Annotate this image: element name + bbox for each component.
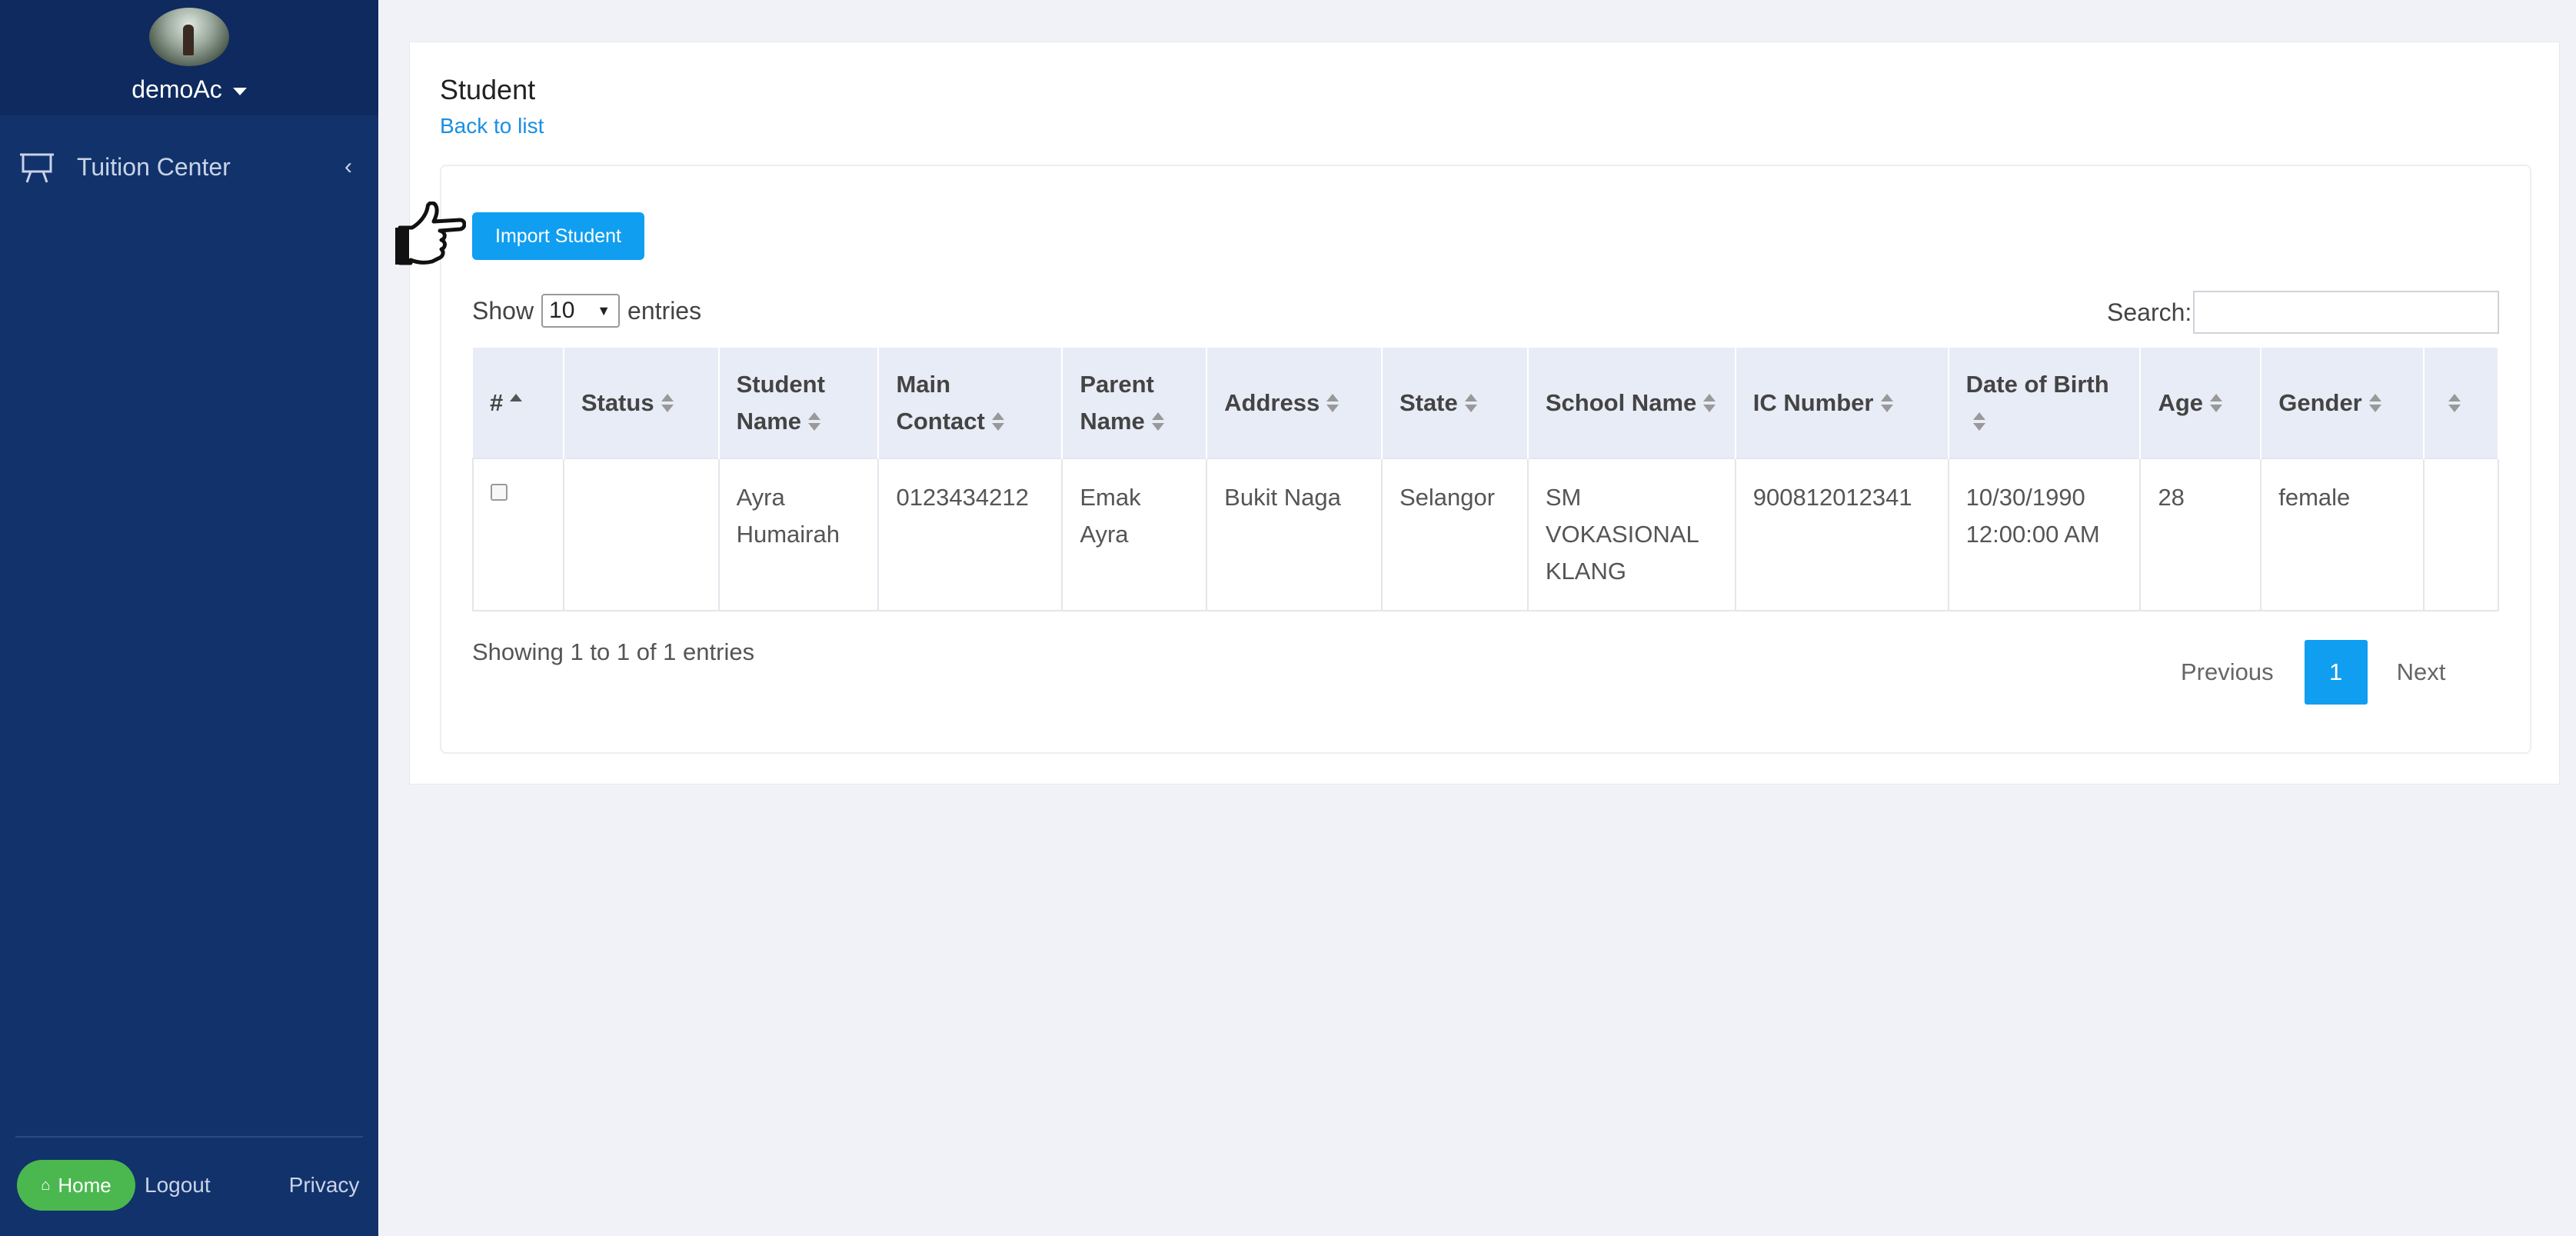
presentation-board-icon xyxy=(20,153,54,183)
caret-down-icon xyxy=(232,87,247,95)
page-size-select[interactable]: 10 ▼ xyxy=(541,294,621,328)
sidebar-item-label: Tuition Center xyxy=(77,152,231,181)
sort-icon xyxy=(1326,392,1340,415)
show-entries: Show 10 ▼ entries xyxy=(472,294,701,328)
sidebar-footer: ⌂ Home Logout Privacy xyxy=(17,1160,359,1211)
profile-section: demoAc xyxy=(0,0,378,115)
cell-student-name: Ayra Humairah xyxy=(717,458,880,611)
column-header-address[interactable]: Address xyxy=(1206,348,1383,458)
table-info: Showing 1 to 1 of 1 entries xyxy=(472,638,755,665)
avatar[interactable] xyxy=(149,8,229,66)
import-student-button[interactable]: Import Student xyxy=(472,212,644,260)
column-header-ic-number[interactable]: IC Number xyxy=(1735,348,1949,458)
column-header-student-name[interactable]: Student Name xyxy=(718,348,880,458)
logout-link[interactable]: Logout xyxy=(145,1173,211,1198)
column-header-gender[interactable]: Gender xyxy=(2261,348,2425,458)
pointing-hand-icon xyxy=(395,202,466,265)
sort-icon xyxy=(1880,392,1894,415)
sort-icon xyxy=(1972,411,1986,434)
table-header-row: # Status Student Name Main Contact Paren… xyxy=(473,348,2500,458)
page-1-button[interactable]: 1 xyxy=(2304,640,2368,705)
column-header-state[interactable]: State xyxy=(1381,348,1529,458)
column-header-main-contact[interactable]: Main Contact xyxy=(878,348,1063,458)
search-label: Search: xyxy=(2107,298,2192,326)
column-header-age[interactable]: Age xyxy=(2140,348,2262,458)
column-header-parent-name[interactable]: Parent Name xyxy=(1062,348,1208,458)
cell-age: 28 xyxy=(2139,458,2262,611)
student-table: # Status Student Name Main Contact Paren… xyxy=(472,348,2500,611)
home-button[interactable]: ⌂ Home xyxy=(17,1160,135,1211)
user-menu[interactable]: demoAc xyxy=(131,75,247,104)
cell-date-of-birth: 10/30/1990 12:00:00 AM xyxy=(1947,458,2142,611)
sort-icon xyxy=(807,411,821,434)
sort-asc-icon xyxy=(509,392,523,415)
page-title: Student xyxy=(440,74,536,105)
back-to-list-link[interactable]: Back to list xyxy=(440,114,544,138)
column-header-status[interactable]: Status xyxy=(563,348,720,458)
sidebar-divider xyxy=(15,1136,363,1138)
sidebar-item-tuition-center[interactable]: Tuition Center ‹ xyxy=(0,143,378,191)
column-header-actions[interactable] xyxy=(2423,348,2500,458)
row-select-cell xyxy=(472,458,564,611)
sort-icon xyxy=(2368,392,2382,415)
sort-icon xyxy=(1151,411,1165,434)
privacy-link[interactable]: Privacy xyxy=(289,1173,360,1198)
cell-parent-name: Emak Ayra xyxy=(1061,458,1208,611)
entries-label: entries xyxy=(627,296,702,325)
search-group: Search: xyxy=(2107,291,2500,334)
search-input[interactable] xyxy=(2193,291,2500,334)
cell-ic-number: 900812012341 xyxy=(1734,458,1949,611)
page-size-value: 10 xyxy=(549,298,575,323)
column-header-school-name[interactable]: School Name xyxy=(1527,348,1736,458)
sort-icon xyxy=(661,392,674,415)
chevron-left-icon[interactable]: ‹ xyxy=(344,154,352,180)
home-label: Home xyxy=(58,1173,111,1197)
home-icon: ⌂ xyxy=(41,1176,51,1194)
sidebar: demoAc Tuition Center ‹ ⌂ Home Logout Pr… xyxy=(0,0,378,1236)
next-page-button[interactable]: Next xyxy=(2397,658,2446,686)
cell-state: Selangor xyxy=(1380,458,1529,611)
cell-gender: female xyxy=(2260,458,2425,611)
column-header-number[interactable]: # xyxy=(473,348,564,458)
sort-icon xyxy=(1702,392,1716,415)
sort-icon xyxy=(2448,392,2461,415)
pagination: Previous 1 Next xyxy=(2181,640,2445,705)
show-label: Show xyxy=(472,296,534,325)
cell-actions xyxy=(2422,458,2500,611)
cell-address: Bukit Naga xyxy=(1206,458,1383,611)
cell-school-name: SM VOKASIONAL KLANG xyxy=(1526,458,1736,611)
previous-page-button[interactable]: Previous xyxy=(2181,658,2274,686)
cell-main-contact: 0123434212 xyxy=(877,458,1063,611)
sort-icon xyxy=(991,411,1005,434)
sort-icon xyxy=(1464,392,1478,415)
column-header-date-of-birth[interactable]: Date of Birth xyxy=(1948,348,2142,458)
cell-status xyxy=(562,458,720,611)
username: demoAc xyxy=(131,75,222,103)
row-checkbox[interactable] xyxy=(491,484,508,501)
dropdown-arrow-icon: ▼ xyxy=(597,302,611,318)
sort-icon xyxy=(2209,392,2223,415)
table-row[interactable]: Ayra Humairah 0123434212 Emak Ayra Bukit… xyxy=(472,458,2500,611)
